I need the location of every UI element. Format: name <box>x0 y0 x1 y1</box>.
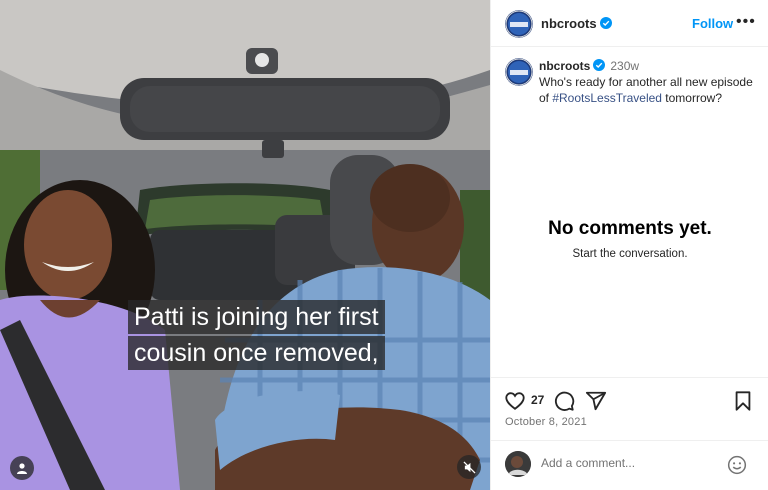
post-header: nbcroots Follow ••• <box>491 0 768 47</box>
like-count[interactable]: 27 <box>531 393 544 407</box>
save-bookmark-icon[interactable] <box>733 390 753 412</box>
caption-line: Patti is joining her first <box>128 300 385 334</box>
emoji-icon[interactable] <box>727 455 747 475</box>
post-video[interactable]: Patti is joining her first cousin once r… <box>0 0 490 490</box>
caption-username[interactable]: nbcroots <box>539 59 590 73</box>
empty-comments: No comments yet. Start the conversation. <box>491 218 768 260</box>
post-age[interactable]: 230w <box>610 59 639 73</box>
nbcroots-logo-icon <box>505 58 533 86</box>
speaker-muted-icon <box>462 460 476 474</box>
empty-comments-subtitle: Start the conversation. <box>572 248 688 260</box>
add-comment-input[interactable] <box>541 456 721 470</box>
caption-line: cousin once removed, <box>128 336 385 370</box>
comment-icon[interactable] <box>553 390 575 412</box>
video-frame <box>0 0 490 490</box>
action-bar: 27 October 8, 2021 <box>491 377 768 432</box>
share-icon[interactable] <box>585 390 607 412</box>
heart-icon[interactable] <box>504 390 526 412</box>
hashtag-link[interactable]: #RootsLessTraveled <box>552 91 662 105</box>
video-caption: Patti is joining her first cousin once r… <box>128 300 385 372</box>
post-date[interactable]: October 8, 2021 <box>505 416 587 428</box>
tagged-users-button[interactable] <box>10 456 34 480</box>
avatar[interactable] <box>505 58 533 86</box>
mute-button[interactable] <box>457 455 481 479</box>
nbcroots-logo-icon <box>505 10 533 38</box>
avatar[interactable] <box>505 10 533 38</box>
caption-body-end: tomorrow? <box>661 91 722 105</box>
verified-badge-icon <box>599 17 612 29</box>
empty-comments-title: No comments yet. <box>548 218 712 239</box>
user-avatar-icon <box>505 451 531 477</box>
current-user-avatar <box>505 451 531 477</box>
header-username[interactable]: nbcroots <box>541 16 612 31</box>
caption-text: nbcroots 230w Who's ready for another all… <box>539 58 761 106</box>
user-tag-icon <box>17 463 27 474</box>
verified-badge-icon <box>593 59 606 71</box>
more-options-icon[interactable]: ••• <box>736 13 756 31</box>
username-text[interactable]: nbcroots <box>541 16 597 31</box>
comment-bar <box>491 440 768 490</box>
post-side-panel: nbcroots Follow ••• nbcroots 230w Who's r… <box>490 0 768 490</box>
follow-button[interactable]: Follow <box>692 16 733 31</box>
